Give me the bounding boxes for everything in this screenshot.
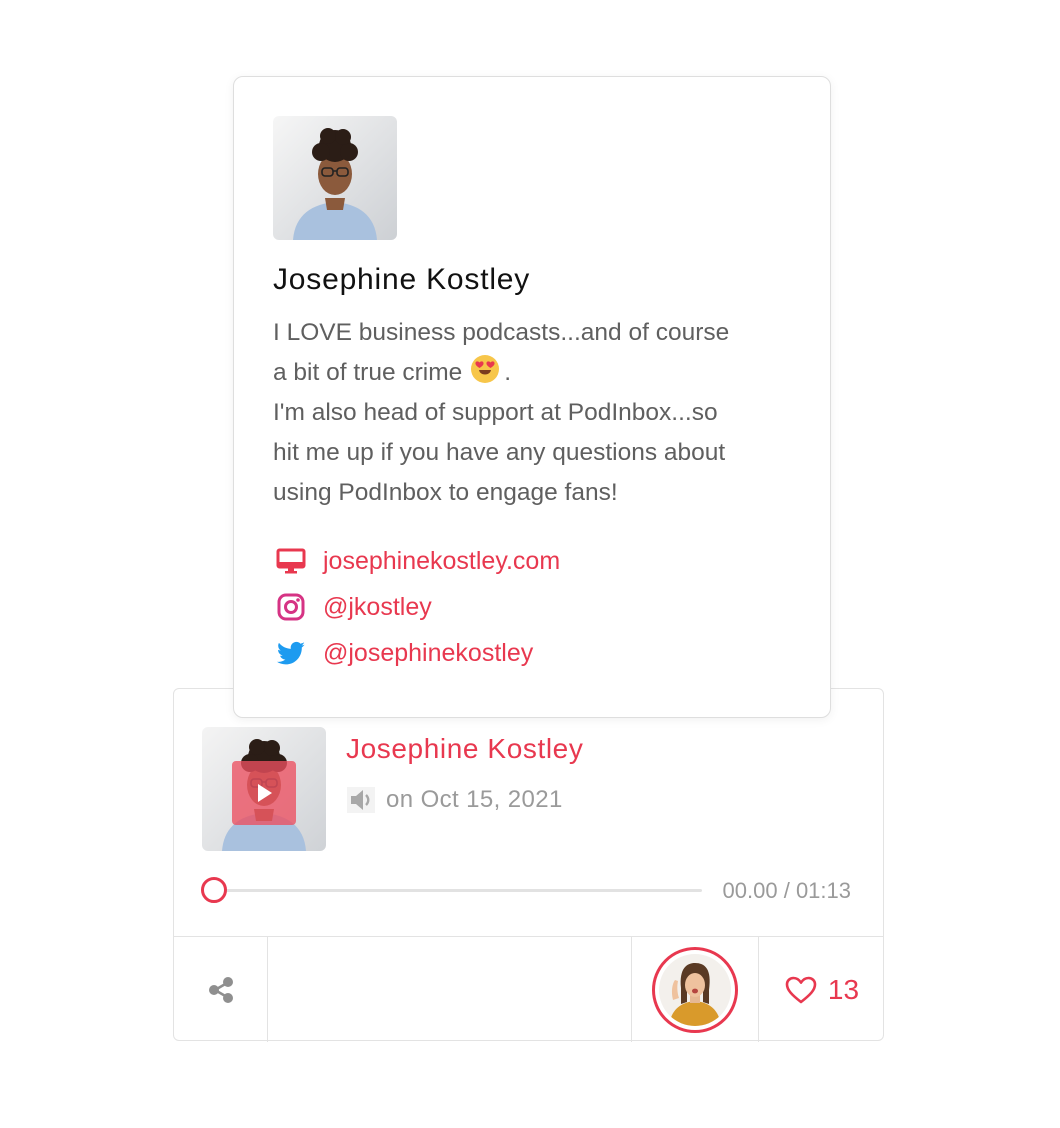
twitter-icon [276,641,305,665]
bio-line: using PodInbox to engage fans! [273,479,618,506]
profile-links: josephinekostley.com @jkostley @josephin… [273,538,793,676]
message-meta: on Oct 15, 2021 [346,785,563,815]
speaker-icon [347,787,375,813]
share-button[interactable] [174,937,268,1042]
bio-line-end: . [504,359,512,386]
heart-eyes-emoji-icon [470,354,500,384]
responder-photo [659,953,731,1026]
instagram-link[interactable]: @jkostley [273,584,793,630]
bio-line-text: a bit of true crime [273,359,463,386]
profile-popover: Josephine Kostley I LOVE business podcas… [233,76,831,718]
message-thumbnail[interactable] [202,727,326,851]
instagram-link-text: @jkostley [323,592,432,621]
twitter-link[interactable]: @josephinekostley [273,630,793,676]
progress-handle[interactable] [201,877,227,903]
play-icon [258,784,272,802]
twitter-link-text: @josephinekostley [323,638,534,667]
play-button[interactable] [232,761,296,825]
audio-progress-slider[interactable] [201,877,702,903]
voice-message-card: Josephine Kostley on Oct 15, 2021 00.00 … [173,688,884,1042]
heart-icon [785,976,817,1003]
message-date: on Oct 15, 2021 [386,786,563,813]
profile-avatar [273,116,397,240]
bio-line: I'm also head of support at PodInbox...s… [273,399,718,426]
profile-name: Josephine Kostley [273,263,531,296]
instagram-icon [277,593,305,621]
profile-bio: I LOVE business podcasts...and of course… [273,313,803,513]
playback-time: 00.00 / 01:13 [722,878,851,903]
bio-line: a bit of true crime . [273,353,803,393]
like-button[interactable]: 13 [758,937,885,1042]
message-actions-bar: 13 [174,936,883,1042]
monitor-icon [276,548,306,574]
actions-spacer [267,937,631,1042]
bio-line: hit me up if you have any questions abou… [273,439,726,466]
responder-avatar[interactable] [652,946,738,1033]
responder-cell [631,937,759,1042]
website-link-text: josephinekostley.com [323,546,561,575]
like-count: 13 [827,973,860,1005]
sender-name-link[interactable]: Josephine Kostley [346,733,583,765]
profile-portrait-image [273,116,397,240]
bio-line: I LOVE business podcasts...and of course [273,319,730,346]
share-icon [208,976,233,1003]
website-link[interactable]: josephinekostley.com [273,538,793,584]
progress-track [202,889,702,892]
